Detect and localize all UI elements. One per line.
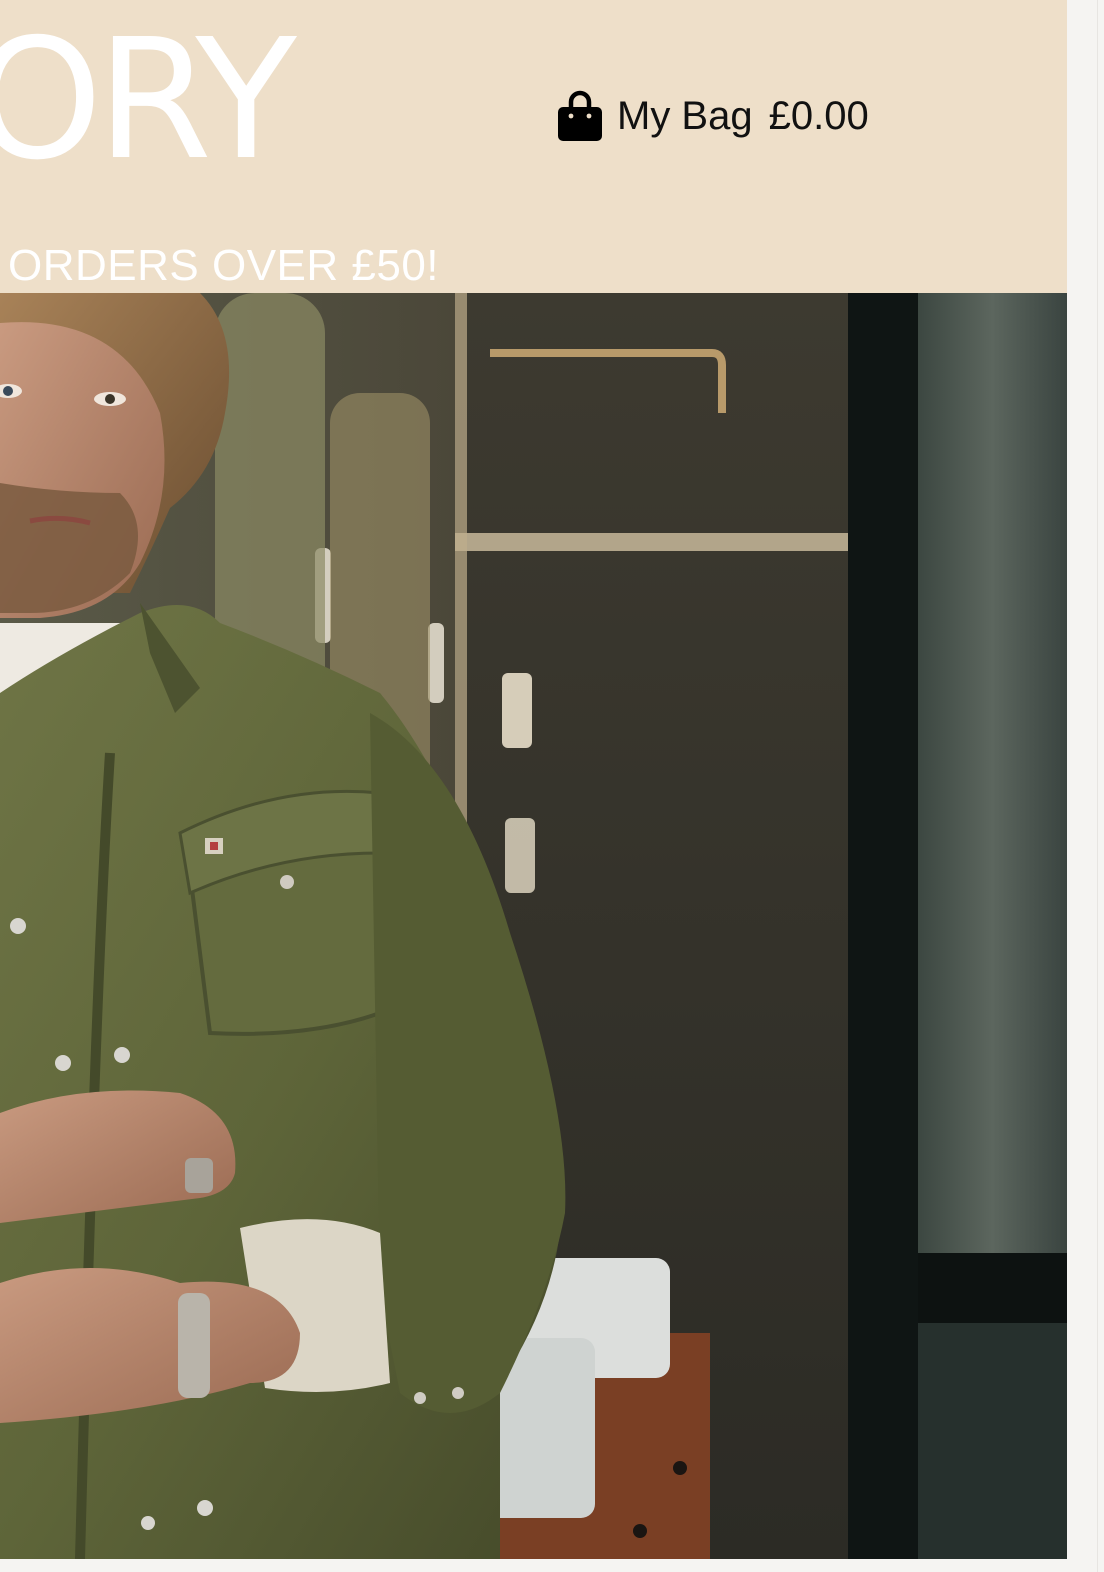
bag-total: £0.00 <box>768 93 869 138</box>
my-bag-button[interactable]: My Bag £0.00 <box>557 88 869 144</box>
page: ORY My Bag £0.00 ORDERS OVER £50! <box>0 0 1104 1572</box>
scrollbar-track[interactable] <box>1097 0 1098 1572</box>
man-in-olive-shirt-photo <box>0 293 1067 1559</box>
site-header: ORY My Bag £0.00 <box>0 0 1067 235</box>
bag-label: My Bag <box>617 93 753 138</box>
site-logo[interactable]: ORY <box>0 18 297 184</box>
hero-image[interactable] <box>0 293 1067 1559</box>
page-side-margin <box>1067 0 1104 1572</box>
shopping-bag-icon <box>558 90 602 141</box>
promo-banner-text: ORDERS OVER £50! <box>8 241 440 290</box>
promo-banner: ORDERS OVER £50! <box>0 235 1097 293</box>
